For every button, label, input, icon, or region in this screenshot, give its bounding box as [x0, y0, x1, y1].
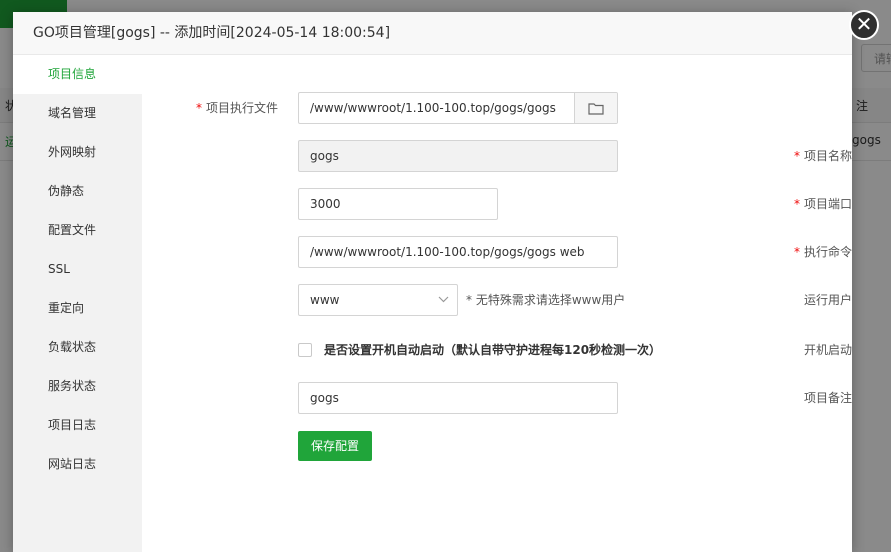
form-row-remark: 项目备注 gogs — [142, 382, 852, 416]
project-remark-value: gogs — [310, 391, 339, 405]
required-marker: * — [793, 197, 800, 211]
autostart-checkbox-label[interactable]: 是否设置开机自动启动（默认自带守护进程每120秒检测一次） — [324, 334, 661, 366]
required-marker: * — [195, 101, 202, 115]
sidebar-item-load-status[interactable]: 负载状态 — [13, 328, 142, 367]
save-config-button[interactable]: 保存配置 — [298, 431, 372, 461]
required-marker: * — [793, 149, 800, 163]
project-settings-dialog: GO项目管理[gogs] -- 添加时间[2024-05-14 18:00:54… — [13, 10, 879, 552]
exec-command-input[interactable]: /www/wwwroot/1.100-100.top/gogs/gogs web — [298, 236, 618, 268]
autostart-label: 开机启动 — [803, 343, 852, 357]
sidebar-item-port-mapping[interactable]: 外网映射 — [13, 133, 142, 172]
dialog-header: GO项目管理[gogs] -- 添加时间[2024-05-14 18:00:54… — [13, 12, 852, 55]
exec-command-value: /www/wwwroot/1.100-100.top/gogs/gogs web — [310, 245, 585, 259]
form-row-exec-file: * 项目执行文件 /www/wwwroot/1.100-100.top/gogs/… — [142, 92, 852, 126]
command-label-text: 执行命令 — [803, 245, 852, 259]
port-label: * 项目端口 — [716, 188, 852, 220]
user-label: 运行用户 — [803, 293, 852, 307]
form-row-autostart: 开机启动 是否设置开机自动启动（默认自带守护进程每120秒检测一次） — [142, 334, 852, 368]
sidebar-item-domain[interactable]: 域名管理 — [13, 94, 142, 133]
sidebar-item-site-log[interactable]: 网站日志 — [13, 445, 142, 484]
remark-label: 项目备注 — [803, 391, 852, 405]
run-user-select[interactable]: www — [298, 284, 458, 316]
run-user-hint: * 无特殊需求请选择www用户 — [466, 293, 626, 307]
dialog-title: GO项目管理[gogs] -- 添加时间[2024-05-14 18:00:54… — [33, 25, 391, 41]
chevron-down-icon — [438, 296, 449, 303]
close-icon: ✕ — [855, 12, 873, 36]
form-row-user: 运行用户 www * 无特殊需求请选择www用户 — [142, 284, 852, 318]
name-label: * 项目名称 — [716, 140, 852, 172]
exec-file-input[interactable]: /www/wwwroot/1.100-100.top/gogs/gogs — [298, 92, 618, 124]
form-row-command: * 执行命令 /www/wwwroot/1.100-100.top/gogs/go… — [142, 236, 852, 270]
exec-file-label: * 项目执行文件 — [142, 92, 278, 124]
exec-file-value: /www/wwwroot/1.100-100.top/gogs/gogs — [310, 101, 556, 115]
project-name-input: gogs — [298, 140, 618, 172]
form-row-port: * 项目端口 3000 — [142, 188, 852, 222]
sidebar-item-service-status[interactable]: 服务状态 — [13, 367, 142, 406]
project-port-value: 3000 — [310, 197, 341, 211]
required-marker: * — [793, 245, 800, 259]
settings-sidebar: 项目信息 域名管理 外网映射 伪静态 配置文件 SSL 重定向 负载状态 服务状… — [13, 55, 142, 552]
sidebar-item-ssl[interactable]: SSL — [13, 250, 142, 289]
browse-folder-button[interactable] — [574, 93, 617, 123]
exec-file-label-text: 项目执行文件 — [205, 101, 278, 115]
project-info-form: * 项目执行文件 /www/wwwroot/1.100-100.top/gogs/… — [142, 55, 852, 552]
folder-icon — [588, 102, 604, 115]
sidebar-item-project-info[interactable]: 项目信息 — [13, 55, 142, 94]
project-name-value: gogs — [310, 149, 339, 163]
port-label-text: 项目端口 — [803, 197, 852, 211]
project-port-input[interactable]: 3000 — [298, 188, 498, 220]
sidebar-item-config-file[interactable]: 配置文件 — [13, 211, 142, 250]
autostart-checkbox[interactable] — [298, 343, 312, 357]
project-remark-input[interactable]: gogs — [298, 382, 618, 414]
sidebar-item-redirect[interactable]: 重定向 — [13, 289, 142, 328]
sidebar-item-rewrite[interactable]: 伪静态 — [13, 172, 142, 211]
form-row-name: * 项目名称 gogs — [142, 140, 852, 174]
command-label: * 执行命令 — [716, 236, 852, 268]
name-label-text: 项目名称 — [803, 149, 852, 163]
close-button[interactable]: ✕ — [849, 10, 879, 40]
run-user-value: www — [310, 293, 340, 307]
sidebar-item-project-log[interactable]: 项目日志 — [13, 406, 142, 445]
